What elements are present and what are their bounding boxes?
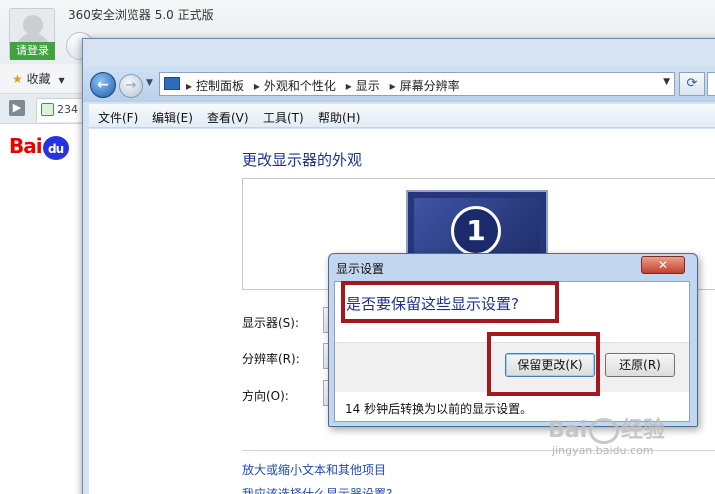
menu-file[interactable]: 文件(F): [98, 109, 138, 126]
breadcrumb-separator-icon: ▸: [253, 79, 260, 93]
breadcrumb-control-panel[interactable]: 控制面板: [196, 79, 244, 93]
back-arrow-icon[interactable]: ←: [90, 72, 116, 98]
text-size-link[interactable]: 放大或缩小文本和其他项目: [242, 461, 386, 478]
breadcrumb-display[interactable]: 显示: [356, 79, 380, 93]
history-dropdown-icon[interactable]: ▼: [146, 78, 153, 88]
menu-edit[interactable]: 编辑(E): [152, 109, 193, 126]
which-settings-link[interactable]: 我应该选择什么显示器设置?: [242, 485, 392, 494]
baidu-logo[interactable]: Bai du: [9, 134, 69, 160]
display-label: 显示器(S):: [242, 316, 300, 330]
annotation-button-box: [487, 332, 600, 396]
watermark-text-left: Bai: [548, 418, 588, 443]
forward-arrow-icon[interactable]: →: [119, 74, 143, 98]
favorites-label: 收藏: [26, 72, 51, 86]
watermark-paw-icon: [589, 418, 620, 444]
annotation-question-box: [341, 281, 559, 323]
baidu-paw-icon: du: [42, 135, 69, 160]
breadcrumb-resolution[interactable]: 屏幕分辨率: [400, 79, 460, 93]
breadcrumb-separator-icon: ▸: [389, 79, 396, 93]
baidu-logo-text: Bai: [9, 134, 43, 158]
computer-icon: [164, 77, 180, 90]
revert-button[interactable]: 还原(R): [605, 353, 675, 377]
menu-help[interactable]: 帮助(H): [318, 109, 360, 126]
star-icon: ★: [12, 72, 23, 86]
watermark-url: jingyan.baidu.com: [552, 444, 654, 457]
browser-tab-label: 234: [57, 103, 78, 116]
page-title: 更改显示器的外观: [242, 151, 363, 169]
search-input[interactable]: [707, 72, 715, 96]
breadcrumb-appearance[interactable]: 外观和个性化: [264, 79, 336, 93]
breadcrumb-separator-icon: ▸: [345, 79, 352, 93]
browser-title: 360安全浏览器 5.0 正式版: [68, 8, 214, 22]
breadcrumb-separator-icon: ▸: [186, 79, 193, 93]
site-favicon-icon: [41, 103, 54, 116]
login-button[interactable]: 请登录: [10, 42, 55, 60]
baidu-jingyan-watermark: Bai 经验: [548, 412, 665, 444]
refresh-icon[interactable]: ⟳: [679, 72, 705, 96]
address-bar[interactable]: ▸ 控制面板 ▸ 外观和个性化 ▸ 显示 ▸ 屏幕分辨率 ▼: [159, 72, 675, 96]
close-icon[interactable]: ✕: [641, 256, 685, 274]
chevron-down-icon: ▼: [58, 76, 65, 85]
breadcrumb: ▸ 控制面板 ▸ 外观和个性化 ▸ 显示 ▸ 屏幕分辨率: [184, 77, 464, 94]
orientation-label: 方向(O):: [242, 389, 289, 403]
address-dropdown-icon[interactable]: ▼: [663, 77, 670, 87]
countdown-text: 14 秒钟后转换为以前的显示设置。: [345, 402, 533, 416]
watermark-text-right: 经验: [621, 418, 666, 443]
favorites-button[interactable]: ★ 收藏 ▼: [12, 70, 65, 87]
sidebar-toggle-icon[interactable]: ▶: [9, 100, 25, 116]
menu-tools[interactable]: 工具(T): [263, 109, 304, 126]
menu-view[interactable]: 查看(V): [207, 109, 249, 126]
dialog-title: 显示设置: [336, 262, 385, 276]
monitor-number-badge: 1: [451, 206, 501, 256]
resolution-label: 分辨率(R):: [242, 352, 300, 366]
